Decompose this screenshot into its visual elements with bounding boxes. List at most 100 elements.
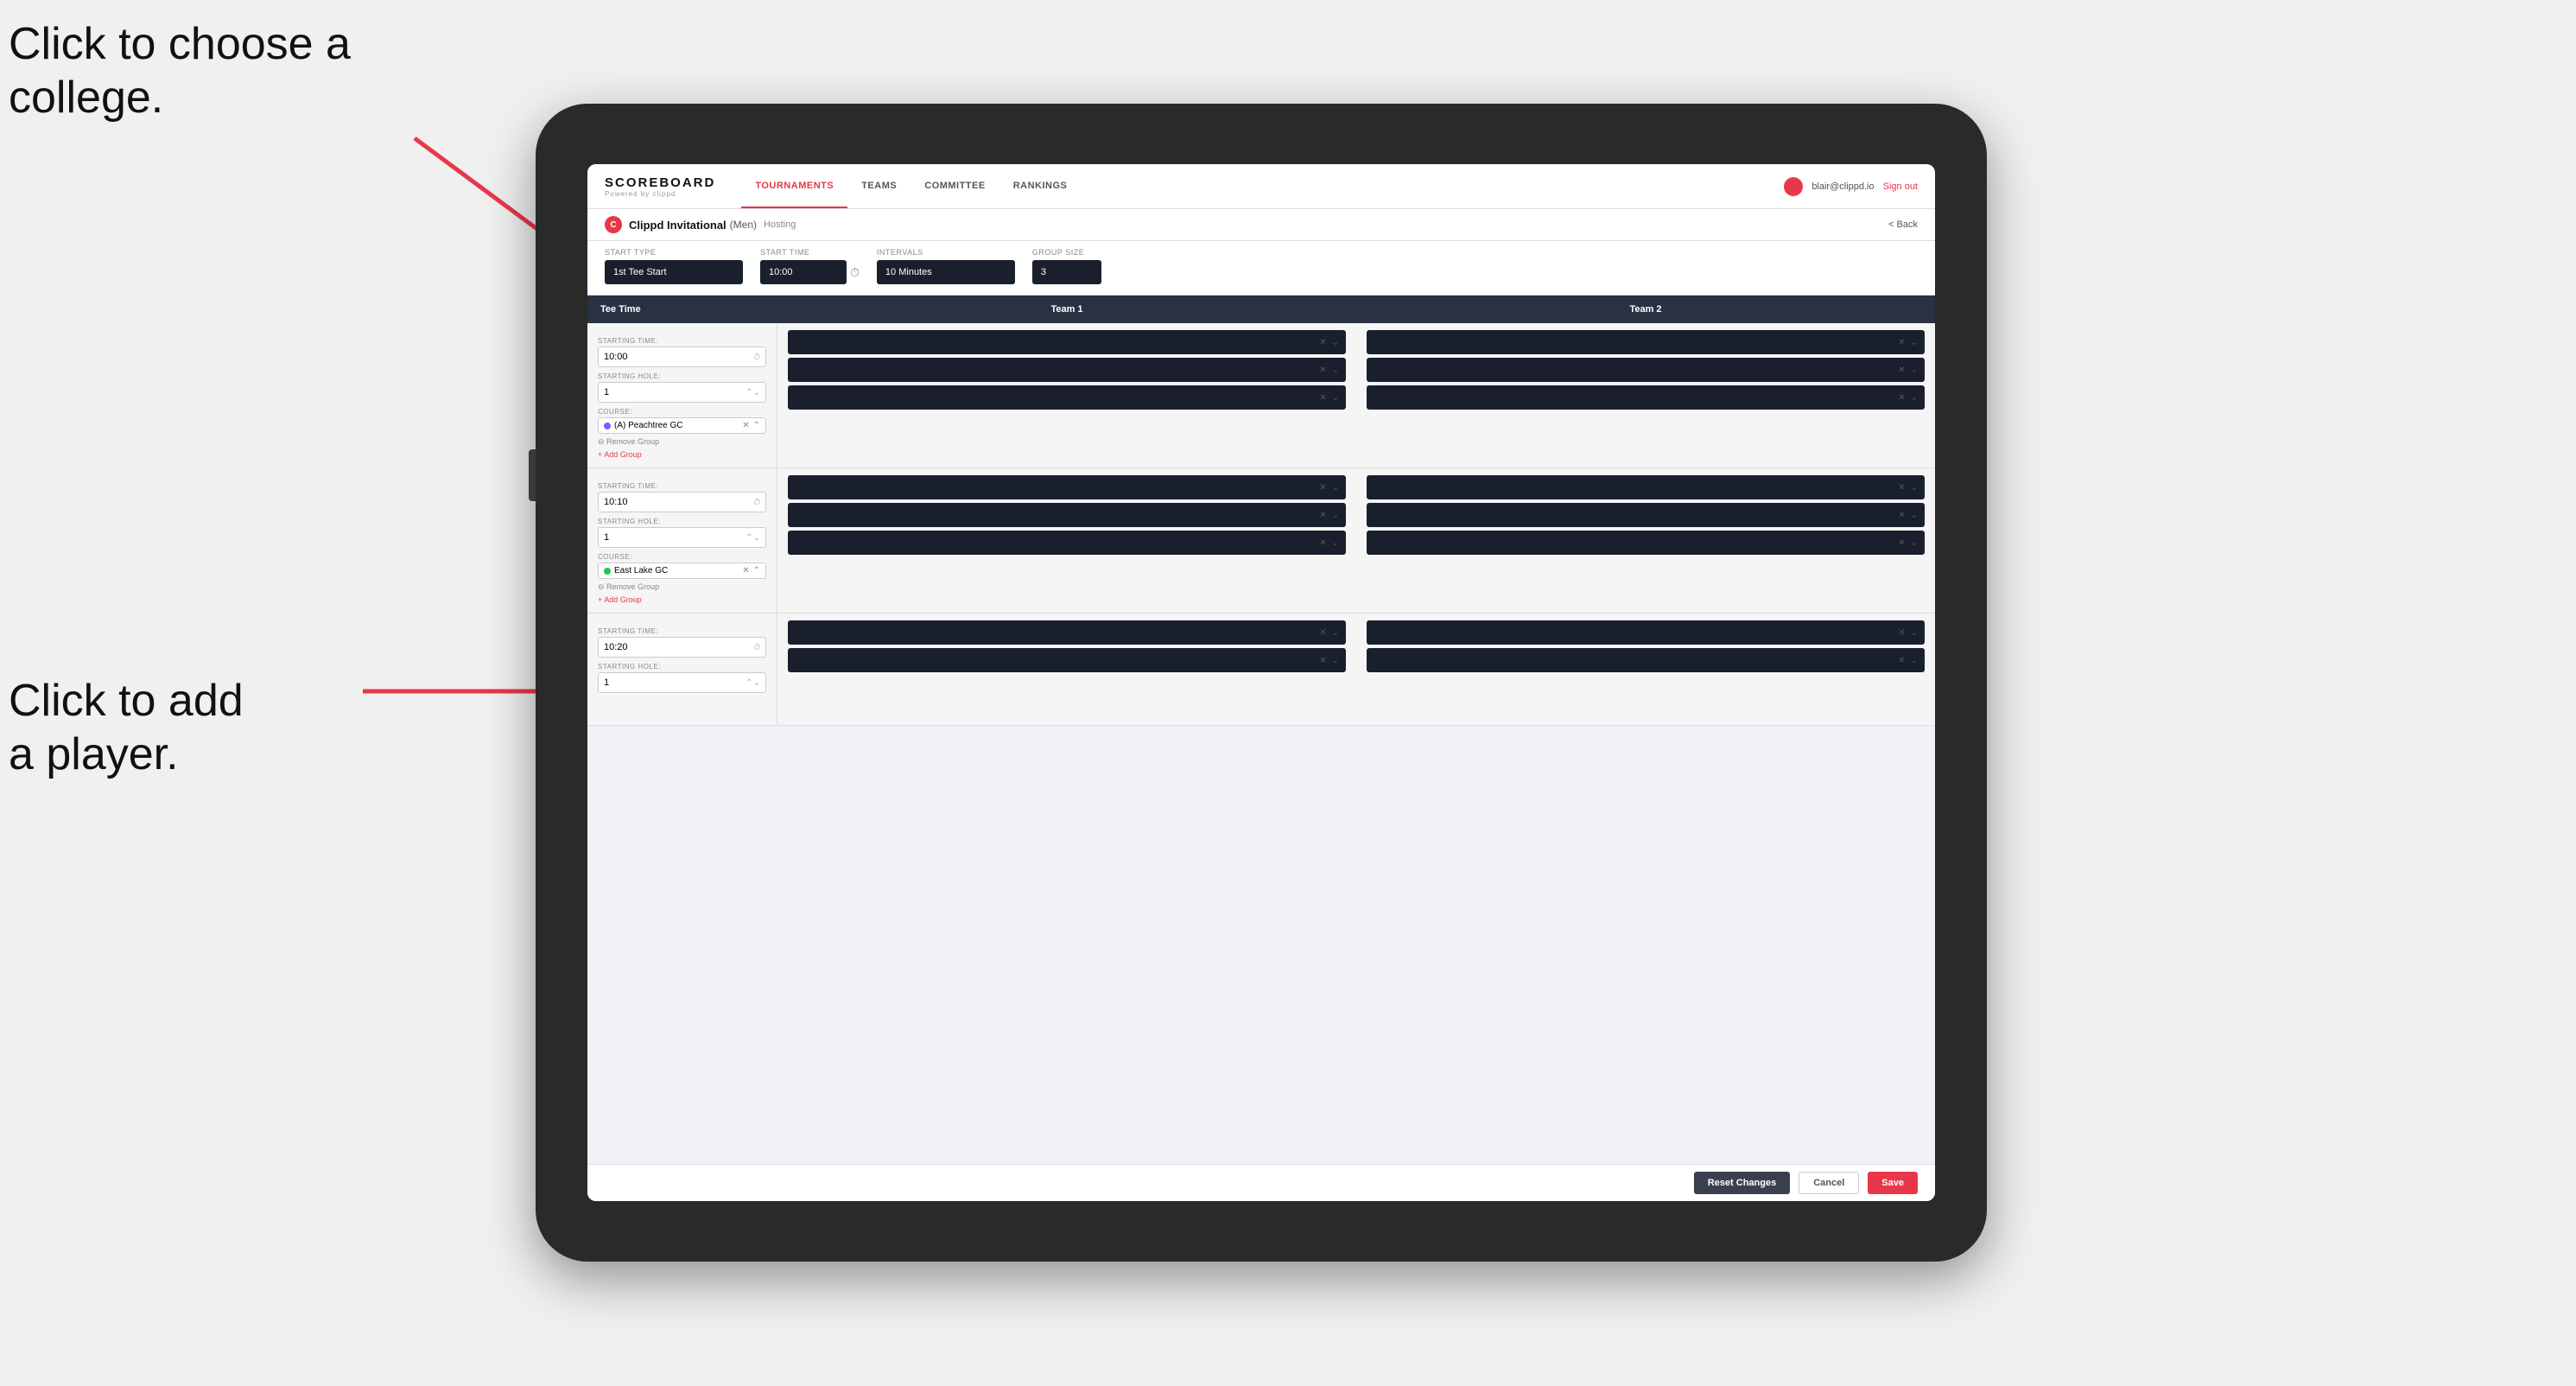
player-x-icon[interactable]: ✕ xyxy=(1898,538,1905,548)
team2-cell-1: ✕ ⌄ ✕ ⌄ ✕ ⌄ xyxy=(1356,323,1935,467)
starting-hole-input-2[interactable]: 1⌃⌄ xyxy=(598,527,766,548)
controls-bar: Start Type 1st Tee Start Start Time ⏱ In… xyxy=(587,241,1935,296)
player-x-icon[interactable]: ✕ xyxy=(1898,511,1905,520)
player-row-1-t1-3[interactable]: ✕ ⌄ xyxy=(788,385,1346,410)
nav-tab-rankings[interactable]: RANKINGS xyxy=(999,164,1082,208)
cancel-button[interactable]: Cancel xyxy=(1799,1172,1859,1194)
course-dot-1 xyxy=(604,423,611,429)
group-row-2: STARTING TIME: 10:10⏱ STARTING HOLE: 1⌃⌄… xyxy=(587,468,1935,614)
player-x-icon[interactable]: ✕ xyxy=(1319,483,1326,493)
player-x-icon[interactable]: ✕ xyxy=(1898,656,1905,665)
remove-group-1[interactable]: ⊖ Remove Group xyxy=(598,437,766,447)
player-chevron-icon[interactable]: ⌄ xyxy=(1332,338,1339,347)
player-x-icon[interactable]: ✕ xyxy=(1319,338,1326,347)
add-group-1[interactable]: + Add Group xyxy=(598,450,766,459)
player-chevron-icon[interactable]: ⌄ xyxy=(1332,511,1339,520)
reset-changes-button[interactable]: Reset Changes xyxy=(1694,1172,1790,1194)
player-row-2-t2-1[interactable]: ✕ ⌄ xyxy=(1367,475,1925,499)
player-x-icon[interactable]: ✕ xyxy=(1319,628,1326,638)
team1-cell-1: ✕ ⌄ ✕ ⌄ ✕ ⌄ xyxy=(777,323,1356,467)
player-x-icon[interactable]: ✕ xyxy=(1898,483,1905,493)
course-tag-2[interactable]: East Lake GC ✕ ⌃ xyxy=(598,563,766,579)
player-row-1-t2-1[interactable]: ✕ ⌄ xyxy=(1367,330,1925,354)
player-chevron-icon[interactable]: ⌄ xyxy=(1332,628,1339,638)
player-row-2-t1-3[interactable]: ✕ ⌄ xyxy=(788,531,1346,555)
starting-time-input-3[interactable]: 10:20⏱ xyxy=(598,637,766,658)
intervals-group: Intervals 10 Minutes xyxy=(877,248,1015,284)
tablet-screen: SCOREBOARD Powered by clippd TOURNAMENTS… xyxy=(587,164,1935,1201)
course-label-1: COURSE: xyxy=(598,408,766,416)
remove-group-2[interactable]: ⊖ Remove Group xyxy=(598,582,766,592)
group-size-select[interactable]: 3 xyxy=(1032,260,1101,284)
player-row-2-t2-2[interactable]: ✕ ⌄ xyxy=(1367,503,1925,527)
player-row-1-t2-3[interactable]: ✕ ⌄ xyxy=(1367,385,1925,410)
start-type-select[interactable]: 1st Tee Start xyxy=(605,260,743,284)
player-x-icon[interactable]: ✕ xyxy=(1898,393,1905,403)
intervals-select[interactable]: 10 Minutes xyxy=(877,260,1015,284)
starting-time-label-1: STARTING TIME: xyxy=(598,337,766,345)
player-chevron-icon[interactable]: ⌄ xyxy=(1911,366,1918,375)
course-remove-2[interactable]: ✕ xyxy=(742,566,749,575)
course-remove-1[interactable]: ✕ xyxy=(742,421,749,430)
starting-hole-input-1[interactable]: 1⌃⌄ xyxy=(598,382,766,403)
player-x-icon[interactable]: ✕ xyxy=(1898,338,1905,347)
nav-tab-tournaments[interactable]: TOURNAMENTS xyxy=(741,164,847,208)
start-time-group: Start Time ⏱ xyxy=(760,248,860,284)
team2-cell-3: ✕ ⌄ ✕ ⌄ xyxy=(1356,614,1935,725)
course-expand-2[interactable]: ⌃ xyxy=(753,566,760,575)
player-x-icon[interactable]: ✕ xyxy=(1319,393,1326,403)
save-button[interactable]: Save xyxy=(1868,1172,1918,1194)
player-row-2-t2-3[interactable]: ✕ ⌄ xyxy=(1367,531,1925,555)
back-button[interactable]: < Back xyxy=(1888,219,1918,230)
tablet-frame: SCOREBOARD Powered by clippd TOURNAMENTS… xyxy=(536,104,1987,1262)
start-type-group: Start Type 1st Tee Start xyxy=(605,248,743,284)
player-chevron-icon[interactable]: ⌄ xyxy=(1911,628,1918,638)
starting-time-input-1[interactable]: 10:00⏱ xyxy=(598,346,766,367)
player-row-2-t1-1[interactable]: ✕ ⌄ xyxy=(788,475,1346,499)
player-row-1-t2-2[interactable]: ✕ ⌄ xyxy=(1367,358,1925,382)
player-x-icon[interactable]: ✕ xyxy=(1319,656,1326,665)
player-x-icon[interactable]: ✕ xyxy=(1319,366,1326,375)
nav-tab-teams[interactable]: TEAMS xyxy=(847,164,910,208)
player-row-1-t1-1[interactable]: ✕ ⌄ xyxy=(788,330,1346,354)
sign-out-btn[interactable]: Sign out xyxy=(1883,181,1918,192)
starting-hole-label-1: STARTING HOLE: xyxy=(598,372,766,380)
player-chevron-icon[interactable]: ⌄ xyxy=(1911,511,1918,520)
team2-cell-2: ✕ ⌄ ✕ ⌄ ✕ ⌄ xyxy=(1356,468,1935,613)
player-chevron-icon[interactable]: ⌄ xyxy=(1911,483,1918,493)
player-row-1-t1-2[interactable]: ✕ ⌄ xyxy=(788,358,1346,382)
group-controls-3: STARTING TIME: 10:20⏱ STARTING HOLE: 1⌃⌄ xyxy=(587,614,777,725)
player-x-icon[interactable]: ✕ xyxy=(1898,366,1905,375)
player-chevron-icon[interactable]: ⌄ xyxy=(1332,393,1339,403)
player-x-icon[interactable]: ✕ xyxy=(1898,628,1905,638)
player-chevron-icon[interactable]: ⌄ xyxy=(1911,538,1918,548)
player-chevron-icon[interactable]: ⌄ xyxy=(1332,538,1339,548)
player-x-icon[interactable]: ✕ xyxy=(1319,511,1326,520)
player-row-3-t2-2[interactable]: ✕ ⌄ xyxy=(1367,648,1925,672)
player-x-icon[interactable]: ✕ xyxy=(1319,538,1326,548)
course-tag-1[interactable]: (A) Peachtree GC ✕ ⌃ xyxy=(598,417,766,434)
player-chevron-icon[interactable]: ⌄ xyxy=(1911,393,1918,403)
player-row-3-t1-1[interactable]: ✕ ⌄ xyxy=(788,620,1346,645)
starting-hole-input-3[interactable]: 1⌃⌄ xyxy=(598,672,766,693)
nav-tab-committee[interactable]: COMMITTEE xyxy=(910,164,999,208)
starting-time-label-2: STARTING TIME: xyxy=(598,482,766,490)
tournament-name: Clippd Invitational xyxy=(629,219,726,232)
player-row-3-t2-1[interactable]: ✕ ⌄ xyxy=(1367,620,1925,645)
user-avatar xyxy=(1784,177,1803,196)
add-group-2[interactable]: + Add Group xyxy=(598,595,766,604)
player-chevron-icon[interactable]: ⌄ xyxy=(1911,338,1918,347)
course-name-1: (A) Peachtree GC xyxy=(614,421,682,430)
brand-title: SCOREBOARD xyxy=(605,175,715,190)
player-chevron-icon[interactable]: ⌄ xyxy=(1332,483,1339,493)
start-time-input[interactable] xyxy=(760,260,847,284)
player-row-2-t1-2[interactable]: ✕ ⌄ xyxy=(788,503,1346,527)
player-chevron-icon[interactable]: ⌄ xyxy=(1911,656,1918,665)
player-row-3-t1-2[interactable]: ✕ ⌄ xyxy=(788,648,1346,672)
player-chevron-icon[interactable]: ⌄ xyxy=(1332,656,1339,665)
tournament-gender: (Men) xyxy=(730,219,757,231)
starting-time-input-2[interactable]: 10:10⏱ xyxy=(598,492,766,512)
course-expand-1[interactable]: ⌃ xyxy=(753,421,760,430)
player-chevron-icon[interactable]: ⌄ xyxy=(1332,366,1339,375)
team1-cell-3: ✕ ⌄ ✕ ⌄ xyxy=(777,614,1356,725)
